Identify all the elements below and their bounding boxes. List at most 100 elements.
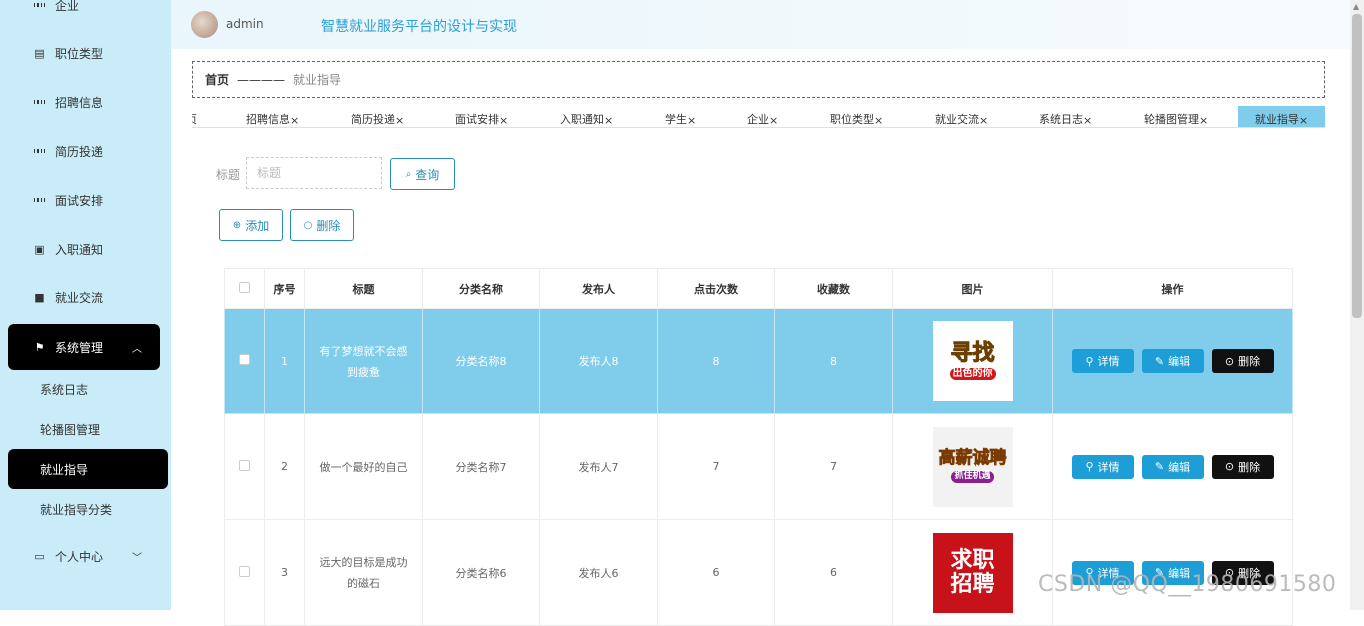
edit-button-label: 编辑 xyxy=(1168,355,1191,368)
tab-log[interactable]: 系统日志 × xyxy=(1039,106,1092,127)
sidebar-item-label: 系统管理 xyxy=(55,340,104,355)
tab-recruitment[interactable]: 招聘信息 × xyxy=(246,106,299,127)
tab-company[interactable]: 企业 × xyxy=(747,106,778,127)
thumbnail-text: 出色的你 xyxy=(949,367,996,381)
clipboard-icon: ▤ xyxy=(34,46,45,60)
sidebar-subitem-log[interactable]: 系统日志 xyxy=(8,369,168,409)
sidebar-item-label: 企业 xyxy=(55,0,80,13)
edit-button[interactable]: ✎ 编辑 xyxy=(1141,349,1204,373)
close-icon[interactable]: × xyxy=(499,114,508,127)
circle-dot-icon: ⊙ xyxy=(1224,354,1235,368)
pencil-icon: ✎ xyxy=(1154,354,1165,368)
table-header-row: 序号 标题 分类名称 发布人 点击次数 收藏数 图片 操作 xyxy=(224,268,1293,309)
close-icon[interactable]: × xyxy=(874,114,883,127)
scroll-up-arrow-icon[interactable]: ▲ xyxy=(1353,2,1359,11)
edit-button[interactable]: ✎ 编辑 xyxy=(1141,454,1204,479)
scrollbar-thumb[interactable] xyxy=(1352,14,1362,318)
tab-carousel[interactable]: 轮播图管理 × xyxy=(1144,106,1208,127)
system-title: 智慧就业服务平台的设计与实现 xyxy=(321,19,517,35)
tab-resume[interactable]: 简历投递 × xyxy=(351,106,404,127)
cell-title: 做一个最好的自己 xyxy=(304,413,423,520)
tab-truncated[interactable]: 页 xyxy=(192,106,197,127)
sidebar-item-job-type[interactable]: ▤ 职位类型 xyxy=(8,30,160,76)
tab-guidance[interactable]: 就业指导 × xyxy=(1238,106,1325,127)
header-ops: 操作 xyxy=(1052,268,1293,309)
header-no: 序号 xyxy=(264,268,305,309)
delete-button[interactable]: ⊙ 删除 xyxy=(1211,349,1274,373)
chevron-down-icon: ﹀ xyxy=(132,552,142,564)
close-icon[interactable]: × xyxy=(769,114,778,127)
row-checkbox[interactable] xyxy=(239,459,250,471)
breadcrumb-home[interactable]: 首页 xyxy=(205,71,229,88)
header-title: 标题 xyxy=(304,268,423,309)
detail-button-label: 详情 xyxy=(1097,355,1120,368)
page-scrollbar[interactable]: ▲ xyxy=(1350,0,1364,610)
select-all-checkbox[interactable] xyxy=(239,281,250,293)
tab-exchange[interactable]: 就业交流 × xyxy=(935,106,988,127)
sidebar-subitem-carousel[interactable]: 轮播图管理 xyxy=(8,409,168,449)
tab-student[interactable]: 学生 × xyxy=(665,106,696,127)
circle-dot-icon: ⊙ xyxy=(1224,460,1235,473)
sidebar-subitem-guidance-category[interactable]: 就业指导分类 xyxy=(8,489,168,529)
sidebar-item-system[interactable]: ⚑ 系统管理 ︿ xyxy=(8,324,160,370)
sidebar-item-label: 简历投递 xyxy=(55,144,104,159)
tab-onboarding[interactable]: 入职通知 × xyxy=(560,106,613,127)
sidebar-item-onboarding[interactable]: ▣ 入职通知 xyxy=(8,226,160,272)
cell-category: 分类名称7 xyxy=(422,413,540,520)
detail-button[interactable]: ⚲ 详情 xyxy=(1071,454,1134,479)
close-icon[interactable]: × xyxy=(979,114,988,127)
sidebar-item-resume[interactable]: 简历投递 xyxy=(8,128,160,174)
sidebar-item-exchange[interactable]: ■ 就业交流 xyxy=(8,274,160,320)
batch-delete-button[interactable]: ○ 删除 xyxy=(290,209,354,241)
thumbnail-image: 求职 招聘 xyxy=(932,532,1013,613)
sidebar-item-company[interactable]: 企业 xyxy=(8,0,160,28)
breadcrumb-current: 就业指导 xyxy=(293,73,342,87)
sidebar-subitem-guidance[interactable]: 就业指导 xyxy=(8,449,168,489)
close-icon[interactable]: × xyxy=(687,114,696,127)
sidebar-item-label: 职位类型 xyxy=(55,46,104,61)
sidebar-item-interview[interactable]: 面试安排 xyxy=(8,177,160,223)
close-icon[interactable]: × xyxy=(604,114,613,127)
row-checkbox[interactable] xyxy=(239,565,250,577)
header-publisher: 发布人 xyxy=(539,268,658,309)
header-image: 图片 xyxy=(892,268,1053,309)
top-header: admin 智慧就业服务平台的设计与实现 xyxy=(171,0,1350,49)
query-button-label: 查询 xyxy=(415,167,440,182)
header-category: 分类名称 xyxy=(422,268,540,309)
close-icon[interactable]: × xyxy=(1199,114,1208,127)
table-row[interactable]: 2 做一个最好的自己 分类名称7 发布人7 7 7 高薪诚聘 抓住机遇 ⚲ 详情 … xyxy=(224,413,1293,520)
sidebar-subitem-label: 轮播图管理 xyxy=(40,422,101,437)
sidebar-item-profile[interactable]: ▭ 个人中心 ﹀ xyxy=(8,533,160,579)
tab-bar: 页 招聘信息× 简历投递× 面试安排× 入职通知× 学生× 企业× 职位类型× … xyxy=(192,106,1325,128)
thumbnail-text: 招聘 xyxy=(950,571,995,597)
sidebar-subitem-label: 系统日志 xyxy=(40,382,89,397)
video-icon: ■ xyxy=(34,290,45,304)
thumbnail-text: 寻找 xyxy=(950,340,995,366)
row-checkbox[interactable] xyxy=(239,354,250,365)
delete-button[interactable]: ⊙ 删除 xyxy=(1211,454,1274,479)
watermark: CSDN @QQ__1980691580 xyxy=(1038,572,1337,597)
query-button[interactable]: ⌕ 查询 xyxy=(390,158,455,190)
cell-ops: ⚲ 详情 ✎ 编辑 ⊙ 删除 xyxy=(1052,308,1293,414)
close-icon[interactable]: × xyxy=(1083,114,1092,127)
tab-label: 企业 xyxy=(747,113,769,126)
tab-job-type[interactable]: 职位类型 × xyxy=(830,106,883,127)
close-icon[interactable]: × xyxy=(395,114,404,127)
search-input[interactable] xyxy=(246,157,382,189)
sidebar-item-recruitment[interactable]: 招聘信息 xyxy=(8,79,160,125)
sidebar-item-label: 面试安排 xyxy=(55,193,104,208)
cell-no: 1 xyxy=(264,308,305,414)
table-row[interactable]: 1 有了梦想就不会感 到疲惫 分类名称8 发布人8 8 8 寻找 出色的你 ⚲ 详情… xyxy=(224,308,1293,414)
avatar[interactable] xyxy=(191,11,218,38)
tab-interview[interactable]: 面试安排 × xyxy=(455,106,508,127)
tab-label: 就业指导 xyxy=(1254,113,1299,126)
add-button[interactable]: ⊕ 添加 xyxy=(219,209,283,241)
close-icon[interactable]: × xyxy=(290,114,299,127)
sidebar: 企业 ▤ 职位类型 招聘信息 简历投递 面试安排 ▣ 入职通知 ■ 就业交流 ⚑… xyxy=(0,0,171,610)
title-line: 做一个最好的自己 xyxy=(319,460,408,474)
detail-button[interactable]: ⚲ 详情 xyxy=(1071,349,1134,373)
row-checkbox-cell xyxy=(224,308,265,414)
tab-label: 轮播图管理 xyxy=(1144,113,1199,126)
delete-button-label: 删除 xyxy=(1238,460,1261,474)
close-icon[interactable]: × xyxy=(1299,114,1308,127)
